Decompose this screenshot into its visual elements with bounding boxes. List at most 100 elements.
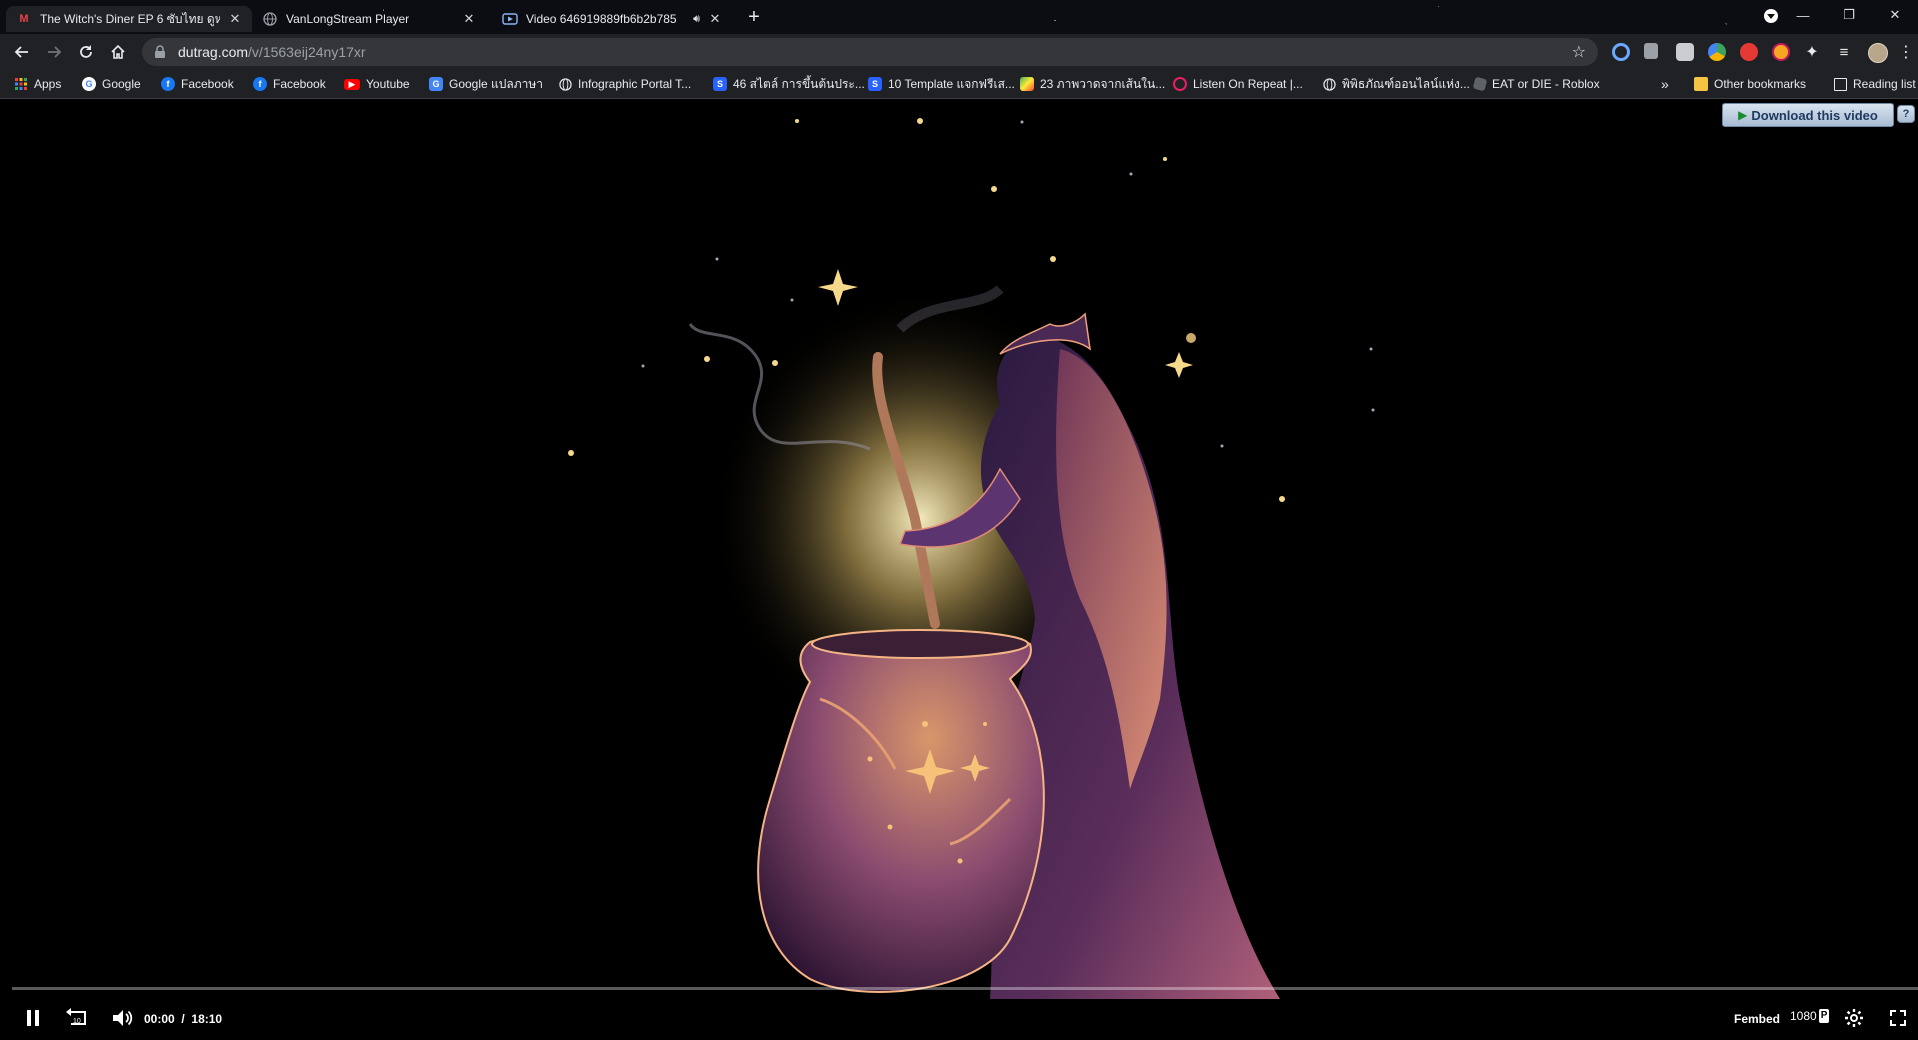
- duration: 18:10: [191, 1012, 223, 1026]
- reading-list-label: Reading list: [1853, 77, 1916, 91]
- close-window-button[interactable]: ✕: [1872, 0, 1918, 30]
- notification-extension-icon[interactable]: [1740, 43, 1758, 61]
- back-button[interactable]: [8, 38, 36, 66]
- bookmark-google[interactable]: G Google: [82, 75, 141, 93]
- reload-button[interactable]: [72, 38, 100, 66]
- arrow-left-icon: [14, 46, 28, 58]
- tab-title: VanLongStream Player: [286, 12, 410, 26]
- quality-selector[interactable]: 1080 P: [1790, 1009, 1830, 1023]
- bookmark-facebook[interactable]: f Facebook: [161, 75, 234, 93]
- chat-extension-icon[interactable]: [1676, 43, 1694, 61]
- roblox-icon: [1472, 76, 1488, 92]
- bookmark-infographic[interactable]: Infographic Portal T...: [558, 75, 691, 93]
- bookmark-10-template[interactable]: S 10 Template แจกฟรีเส...: [868, 75, 1015, 93]
- apps-grid-icon: [14, 77, 28, 91]
- close-tab-icon[interactable]: ✕: [228, 11, 242, 27]
- home-button[interactable]: [104, 38, 132, 66]
- reading-list[interactable]: Reading list: [1834, 75, 1916, 93]
- bookmark-label: 10 Template แจกฟรีเส...: [888, 76, 1015, 91]
- drive-extension-icon[interactable]: [1708, 43, 1726, 61]
- bookmark-label: 46 สไตล์ การขึ้นต้นประ...: [733, 76, 865, 91]
- bookmark-apps[interactable]: Apps: [14, 75, 61, 93]
- play-triangle-icon: ▶: [1738, 108, 1748, 122]
- bookmark-label: Google: [102, 77, 141, 91]
- bookmark-eat-or-die[interactable]: EAT or DIE - Roblox: [1472, 75, 1600, 93]
- bookmark-label: Facebook: [181, 77, 234, 91]
- lock-icon[interactable]: [154, 45, 168, 59]
- download-help-button[interactable]: ?: [1897, 105, 1915, 123]
- pause-button[interactable]: [22, 1007, 44, 1029]
- restore-button[interactable]: ❐: [1826, 0, 1872, 30]
- bookmark-facebook-2[interactable]: f Facebook: [253, 75, 326, 93]
- tab-title: The Witch's Diner EP 6 ซับไทย ดูหนัง: [40, 11, 220, 26]
- window-controls: — ❐ ✕: [1780, 0, 1918, 30]
- fullscreen-button[interactable]: [1886, 1007, 1910, 1029]
- facebook-icon: f: [161, 77, 175, 91]
- close-tab-icon[interactable]: ✕: [462, 11, 476, 27]
- browser-toolbar: dutrag.com/v/1563eij24ny17xr ☆ ✦ ≡ ⋮: [0, 34, 1918, 70]
- folder-icon: [1694, 77, 1708, 91]
- tab-vanlongstream[interactable]: VanLongStream Player ✕: [252, 6, 486, 32]
- other-bookmarks[interactable]: Other bookmarks: [1694, 75, 1806, 93]
- color-picker-extension-icon[interactable]: [1772, 43, 1790, 61]
- svg-text:10: 10: [73, 1018, 81, 1025]
- player-controls: 10 00:00 / 18:10 Fembed 1080 P: [0, 995, 1918, 1040]
- speaker-icon[interactable]: 🔊︎: [693, 13, 700, 26]
- video-icon: [502, 11, 518, 27]
- avatar[interactable]: [1868, 43, 1888, 63]
- quality-badge: P: [1818, 1009, 1830, 1023]
- bookmark-youtube[interactable]: ▶ Youtube: [344, 75, 410, 93]
- current-time: 00:00: [144, 1012, 175, 1026]
- youtube-icon: ▶: [344, 78, 360, 90]
- forward-button[interactable]: [40, 38, 68, 66]
- other-bookmarks-label: Other bookmarks: [1714, 77, 1807, 91]
- shield-extension-icon[interactable]: [1644, 43, 1658, 59]
- video-player[interactable]: ▶ Download this video ? 10 00:00 / 18:10…: [0, 99, 1918, 1040]
- tab-title: Video 646919889fb6b2b785: [526, 12, 677, 26]
- bookmark-star-icon[interactable]: ☆: [1572, 42, 1586, 62]
- tab-witchs-diner[interactable]: M The Witch's Diner EP 6 ซับไทย ดูหนัง ✕: [6, 6, 252, 32]
- progress-bar[interactable]: [12, 987, 1918, 990]
- volume-icon: [113, 1010, 133, 1026]
- volume-button[interactable]: [110, 1007, 136, 1029]
- tab-strip: M The Witch's Diner EP 6 ซับไทย ดูหนัง ✕…: [0, 0, 1918, 34]
- bookmark-listen-on-repeat[interactable]: Listen On Repeat |...: [1173, 75, 1303, 93]
- arrow-right-icon: [48, 46, 62, 58]
- bookmarks-overflow-button[interactable]: »: [1661, 75, 1669, 93]
- rewind-10-button[interactable]: 10: [64, 1007, 90, 1029]
- close-tab-icon[interactable]: ✕: [708, 11, 722, 27]
- menu-kebab-icon[interactable]: ⋮: [1896, 38, 1916, 66]
- bookmark-online-museum[interactable]: พิพิธภัณฑ์ออนไลน์แห่ง...: [1322, 75, 1470, 93]
- puzzle-extensions-icon[interactable]: ✦: [1798, 38, 1826, 66]
- embed-source-label[interactable]: Fembed: [1734, 1012, 1780, 1026]
- bookmark-23-drawings[interactable]: 23 ภาพวาดจากเส้นใน...: [1020, 75, 1165, 93]
- chevron-double-right-icon: »: [1661, 76, 1669, 92]
- media-control-icon[interactable]: ≡: [1830, 38, 1858, 66]
- quality-value: 1080: [1790, 1009, 1817, 1023]
- reading-list-icon: [1834, 77, 1847, 91]
- fullscreen-icon: [1890, 1010, 1906, 1026]
- address-bar[interactable]: dutrag.com/v/1563eij24ny17xr ☆: [142, 38, 1598, 66]
- bookmark-label: พิพิธภัณฑ์ออนไลน์แห่ง...: [1342, 76, 1470, 91]
- time-separator: /: [181, 1012, 185, 1026]
- tab-search-icon[interactable]: [1764, 9, 1778, 23]
- extension-circle-icon[interactable]: [1612, 43, 1630, 61]
- new-tab-button[interactable]: +: [742, 6, 766, 30]
- url-path: /v/1563eij24ny17xr: [248, 44, 366, 60]
- help-label: ?: [1902, 108, 1910, 120]
- download-video-label: Download this video: [1751, 107, 1878, 123]
- bookmark-label: Google แปลภาษา: [449, 76, 544, 91]
- image-icon: [1020, 77, 1034, 91]
- settings-button[interactable]: [1842, 1007, 1866, 1029]
- reload-icon: [80, 45, 92, 58]
- video-frame-witch-cauldron: [568, 118, 1375, 999]
- bookmark-label: EAT or DIE - Roblox: [1492, 77, 1600, 91]
- globe-icon: [1322, 77, 1336, 91]
- url-host: dutrag.com: [178, 44, 249, 60]
- rewind-10-icon: 10: [66, 1008, 86, 1025]
- download-video-button[interactable]: ▶ Download this video: [1722, 103, 1894, 127]
- minimize-button[interactable]: —: [1780, 0, 1826, 30]
- bookmark-46-styles[interactable]: S 46 สไตล์ การขึ้นต้นประ...: [713, 75, 865, 93]
- tab-video[interactable]: Video 646919889fb6b2b785 🔊︎ ✕: [492, 6, 732, 32]
- bookmark-google-translate[interactable]: G Google แปลภาษา: [429, 75, 543, 93]
